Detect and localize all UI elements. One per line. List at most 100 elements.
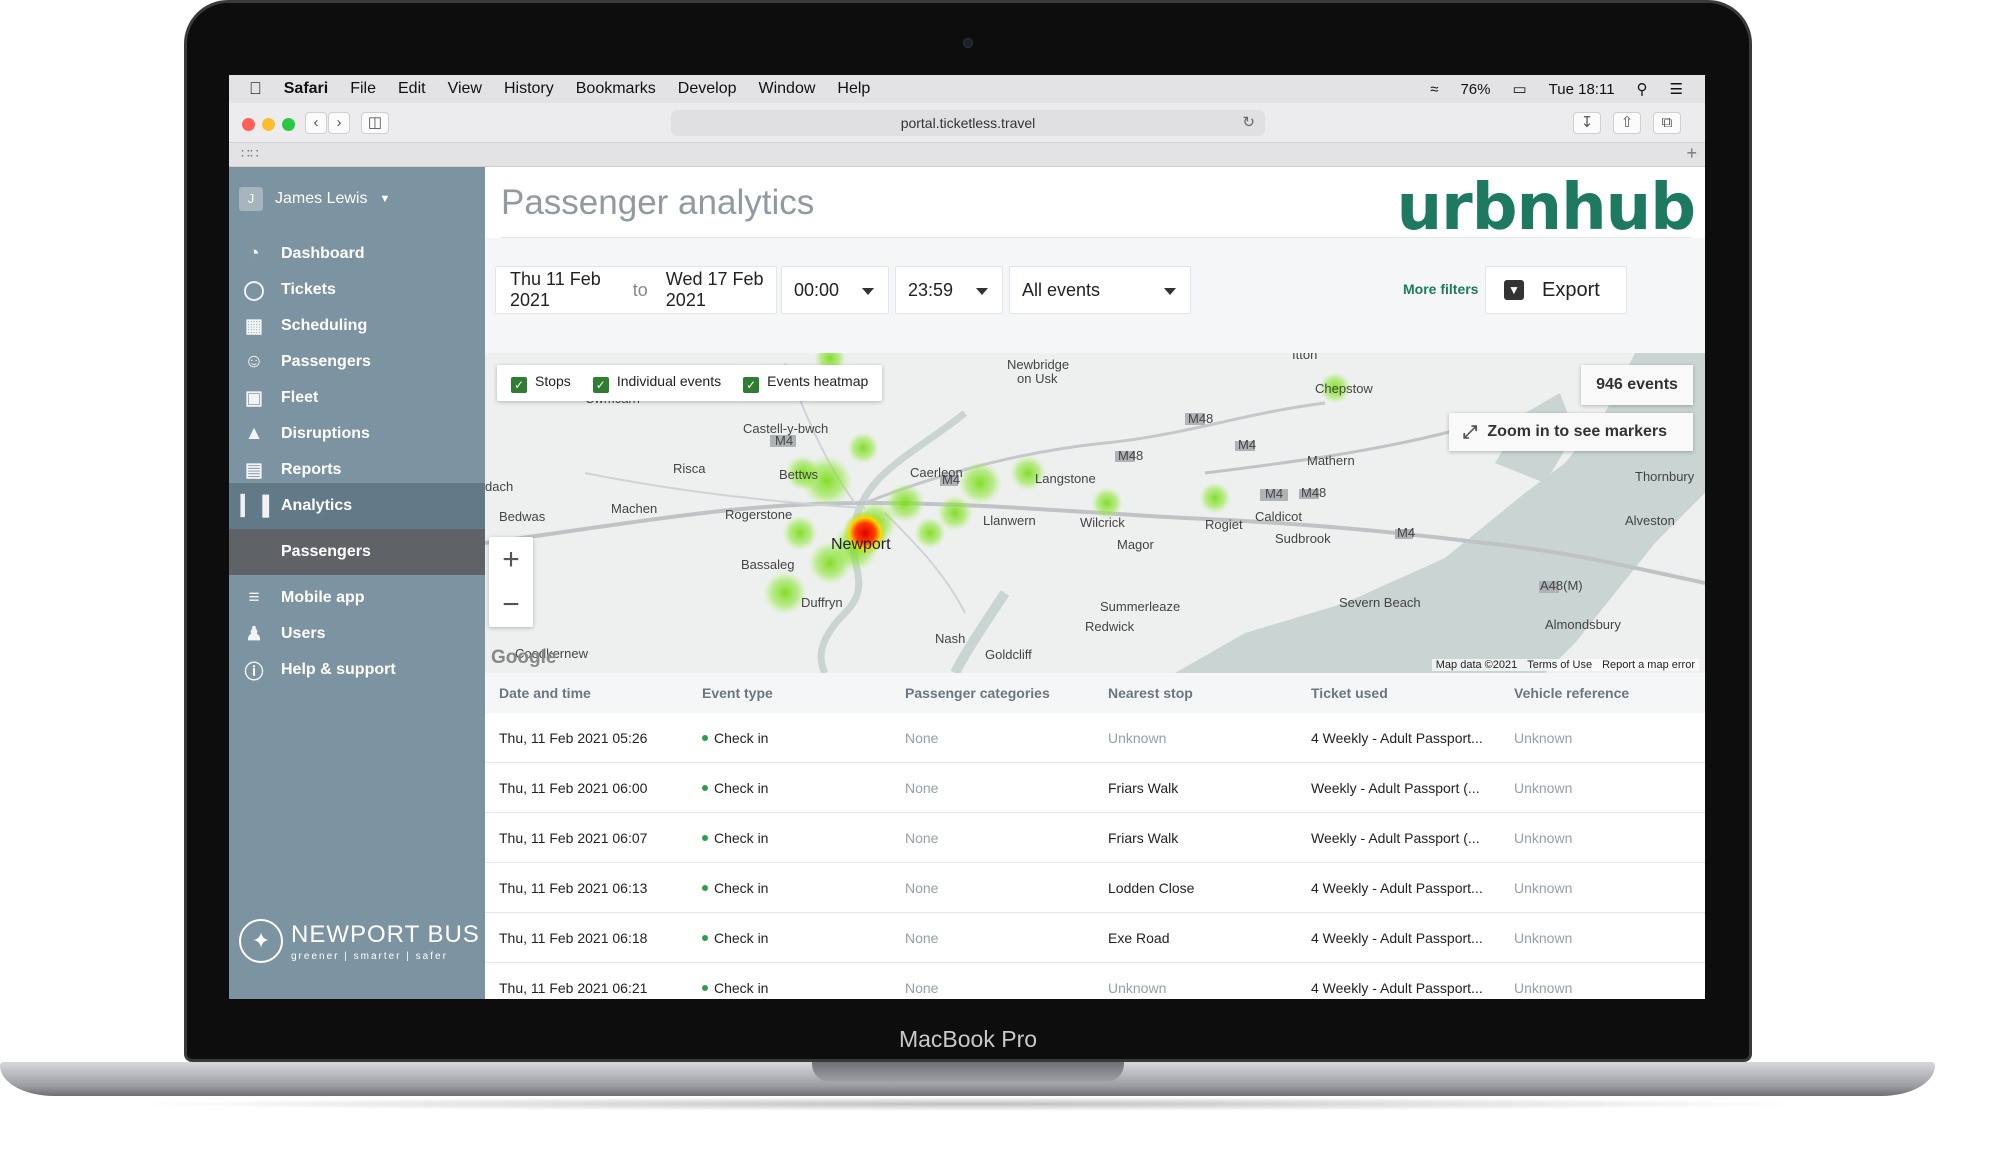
zoom-in-hint-button[interactable]: ⤢ Zoom in to see markers (1449, 413, 1693, 451)
reload-icon[interactable]: ↻ (1242, 110, 1255, 136)
svg-text:Caldicot: Caldicot (1255, 509, 1302, 524)
cell-category: None (905, 979, 939, 996)
cell-category: None (905, 779, 939, 796)
map-attribution: Map data ©2021 Terms of Use Report a map… (1431, 659, 1699, 671)
menu-view[interactable]: View (448, 80, 482, 98)
menu-app[interactable]: Safari (284, 80, 328, 98)
table-row[interactable]: Thu, 11 Feb 2021 06:07 Check in None Fri… (485, 813, 1705, 863)
apple-icon[interactable]:  (249, 79, 262, 99)
date-separator: to (632, 279, 648, 300)
table-row[interactable]: Thu, 11 Feb 2021 05:26 Check in None Unk… (485, 713, 1705, 763)
sidebar-item-help-support[interactable]: ⓘ Help & support (229, 647, 485, 693)
table-row[interactable]: Thu, 11 Feb 2021 06:00 Check in None Fri… (485, 763, 1705, 813)
map-canvas[interactable]: Pontllanfraith Cwmcarn Newbridge on Usk … (485, 353, 1705, 673)
cell-event-type: Check in (688, 830, 891, 846)
date-range-picker[interactable]: Thu 11 Feb 2021 to Wed 17 Feb 2021 (495, 266, 777, 314)
cell-event-type: Check in (688, 780, 891, 796)
column-header-vehicle-reference[interactable]: Vehicle reference (1500, 685, 1703, 701)
column-header-nearest-stop[interactable]: Nearest stop (1094, 685, 1297, 701)
terms-of-use-link[interactable]: Terms of Use (1527, 659, 1592, 671)
wifi-icon[interactable]: ≈ (1430, 81, 1438, 98)
column-header-event-type[interactable]: Event type (688, 685, 891, 701)
toggle-events-heatmap[interactable]: ✓ Events heatmap (743, 373, 868, 393)
battery-icon[interactable]: ▭ (1512, 80, 1526, 98)
column-header-date[interactable]: Date and time (485, 685, 688, 701)
more-filters-link[interactable]: More filters (1403, 281, 1478, 297)
svg-text:Bedwas: Bedwas (499, 509, 546, 524)
menu-bookmarks[interactable]: Bookmarks (576, 80, 656, 98)
menu-window[interactable]: Window (758, 80, 815, 98)
new-tab-icon[interactable]: + (1686, 143, 1697, 164)
screen:  Safari File Edit View History Bookmark… (229, 75, 1705, 999)
time-to-select[interactable]: 23:59 (895, 266, 1003, 314)
cell-vehicle: Unknown (1514, 729, 1573, 746)
close-window-button[interactable] (242, 118, 255, 131)
svg-text:M4: M4 (775, 433, 793, 448)
toggle-events-heatmap-label: Events heatmap (767, 373, 869, 389)
download-icon[interactable]: ↧ (1573, 112, 1601, 134)
address-bar[interactable]: portal.ticketless.travel ↻ (671, 110, 1265, 136)
sidebar-item-analytics[interactable]: ▎▐ Analytics (229, 483, 485, 529)
table-row[interactable]: Thu, 11 Feb 2021 06:13 Check in None Lod… (485, 863, 1705, 913)
column-header-passenger-categories[interactable]: Passenger categories (891, 685, 1094, 701)
event-type-select[interactable]: All events (1009, 266, 1191, 314)
svg-text:Goldcliff: Goldcliff (985, 647, 1032, 662)
menu-edit[interactable]: Edit (398, 80, 426, 98)
export-button[interactable]: ▼ Export (1485, 266, 1627, 314)
report-map-error-link[interactable]: Report a map error (1602, 659, 1695, 671)
spotlight-search-icon[interactable]: ⚲ (1637, 80, 1648, 98)
svg-text:M4: M4 (1397, 525, 1415, 540)
users-icon: ♟ (245, 623, 263, 645)
column-header-ticket-used[interactable]: Ticket used (1297, 685, 1500, 701)
minimize-window-button[interactable] (262, 118, 275, 131)
notification-center-icon[interactable]: ☰ (1670, 80, 1683, 98)
events-map[interactable]: Pontllanfraith Cwmcarn Newbridge on Usk … (485, 353, 1705, 673)
cell-ticket: 4 Weekly - Adult Passport... (1311, 879, 1483, 896)
urbanhub-logo: urbnhub (1396, 171, 1696, 245)
zoom-out-button[interactable]: − (489, 582, 533, 627)
time-from-value: 00:00 (794, 279, 840, 300)
cell-datetime: Thu, 11 Feb 2021 06:13 (499, 879, 648, 896)
user-menu[interactable]: J James Lewis ▼ (239, 187, 390, 211)
clock[interactable]: Tue 18:11 (1549, 81, 1615, 98)
camera (963, 38, 973, 48)
menu-file[interactable]: File (350, 80, 376, 98)
laptop-notch (812, 1062, 1124, 1082)
share-icon[interactable]: ⇧ (1613, 112, 1641, 134)
toggle-individual-events-label: Individual events (616, 373, 722, 389)
cell-datetime: Thu, 11 Feb 2021 05:26 (499, 729, 648, 746)
zoom-in-button[interactable]: + (489, 537, 533, 582)
cell-nearest-stop: Exe Road (1108, 929, 1170, 946)
checkbox-checked-icon: ✓ (743, 377, 760, 393)
svg-text:Thornbury: Thornbury (1635, 469, 1695, 484)
map-zoom-controls: + − (489, 537, 533, 627)
time-from-select[interactable]: 00:00 (781, 266, 889, 314)
toggle-stops[interactable]: ✓ Stops (511, 373, 571, 393)
brand-name: NEWPORT BUS (291, 920, 480, 948)
status-dot-icon (702, 934, 708, 941)
map-data-credit: Map data ©2021 (1435, 659, 1518, 671)
chevron-down-icon (862, 288, 874, 295)
cell-category: None (905, 929, 939, 946)
cell-ticket: 4 Weekly - Adult Passport... (1311, 929, 1483, 946)
tabs-overview-icon[interactable]: ⧉ (1653, 112, 1681, 134)
cell-event-type: Check in (688, 980, 891, 996)
back-icon[interactable]: ‹ (305, 112, 327, 134)
sidebar-item-label: Mobile app (281, 589, 365, 606)
sidebar-item-label: Dashboard (281, 245, 365, 262)
toggle-individual-events[interactable]: ✓ Individual events (592, 373, 722, 393)
svg-text:on Usk: on Usk (1017, 371, 1058, 386)
sidebar-item-label: Tickets (281, 281, 336, 298)
zoom-window-button[interactable] (282, 118, 295, 131)
table-row[interactable]: Thu, 11 Feb 2021 06:21 Check in None Unk… (485, 963, 1705, 999)
menu-develop[interactable]: Develop (678, 80, 737, 98)
svg-text:Severn Beach: Severn Beach (1339, 595, 1421, 610)
cell-datetime: Thu, 11 Feb 2021 06:21 (499, 979, 648, 996)
table-row[interactable]: Thu, 11 Feb 2021 06:18 Check in None Exe… (485, 913, 1705, 963)
menu-help[interactable]: Help (837, 80, 870, 98)
sidebar-toggle-icon[interactable]: ◫ (361, 112, 389, 134)
grid-icon[interactable]: ∷∷ (241, 145, 259, 162)
forward-icon[interactable]: › (328, 112, 350, 134)
menu-history[interactable]: History (504, 80, 554, 98)
sidebar-subitem-passengers[interactable]: Passengers (229, 529, 485, 575)
